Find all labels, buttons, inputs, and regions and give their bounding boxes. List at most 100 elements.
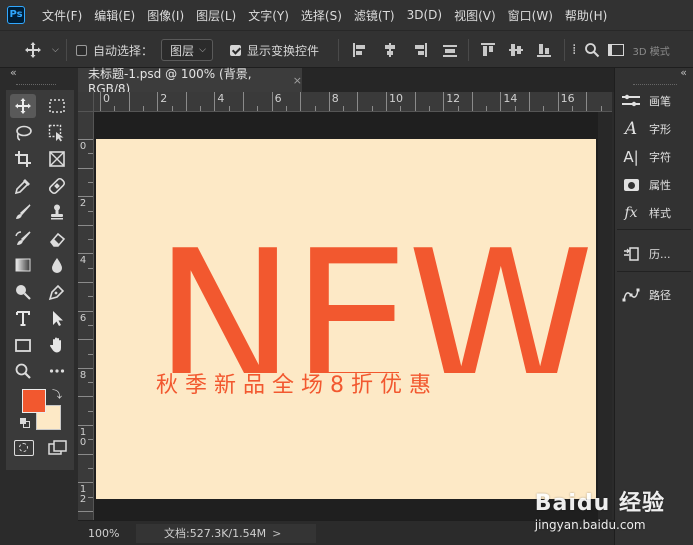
ruler-tick bbox=[257, 106, 259, 111]
ruler-tick bbox=[386, 92, 387, 111]
zoom-level-field[interactable]: 100% bbox=[78, 527, 126, 540]
ruler-label: 12 bbox=[446, 92, 461, 105]
panel-paths[interactable]: 路径 bbox=[621, 283, 689, 307]
healing-brush-tool[interactable] bbox=[44, 174, 70, 198]
horizontal-ruler[interactable]: 0 2 4 6 8 10 12 14 16 bbox=[94, 92, 612, 112]
ruler-tick bbox=[78, 482, 93, 484]
vertical-ruler[interactable]: 0 2 4 6 8 10 12 bbox=[78, 112, 94, 520]
collapse-panels-icon[interactable]: « bbox=[680, 66, 687, 79]
menu-image[interactable]: 图像(I) bbox=[141, 7, 190, 24]
panel-label-paths: 路径 bbox=[649, 289, 671, 302]
path-select-tool[interactable] bbox=[44, 306, 70, 330]
dodge-tool[interactable] bbox=[10, 280, 36, 304]
default-colors-icon[interactable] bbox=[20, 418, 30, 428]
ruler-tick bbox=[78, 282, 93, 283]
layer-select-dropdown[interactable]: 图层 ⌵ bbox=[161, 39, 213, 61]
auto-select-checkbox[interactable] bbox=[76, 44, 87, 56]
screen-mode-button[interactable] bbox=[48, 440, 68, 456]
promo-text-layer[interactable]: 秋季新品全场8折优惠 bbox=[156, 374, 438, 398]
panel-styles[interactable]: fx 样式 bbox=[621, 201, 689, 225]
document-info[interactable]: 文档:527.3K/1.54M > bbox=[136, 523, 316, 543]
ruler-tick bbox=[78, 453, 93, 455]
ruler-label: 10 bbox=[79, 427, 87, 448]
menu-3d[interactable]: 3D(D) bbox=[401, 8, 448, 22]
align-middle-v-icon[interactable] bbox=[508, 42, 524, 58]
workspace-icon[interactable] bbox=[608, 44, 625, 56]
panel-history[interactable]: 历... bbox=[621, 242, 689, 266]
ruler-tick bbox=[486, 106, 488, 111]
menu-select[interactable]: 选择(S) bbox=[295, 7, 348, 24]
3d-mode-label[interactable]: 3D 模式 bbox=[632, 43, 669, 58]
swap-colors-icon[interactable]: ⤵ bbox=[52, 386, 62, 401]
move-icon bbox=[25, 42, 41, 58]
ruler-tick bbox=[343, 106, 345, 111]
align-center-h-icon[interactable] bbox=[382, 42, 398, 58]
menu-layer[interactable]: 图层(L) bbox=[190, 7, 242, 24]
ruler-tick bbox=[529, 92, 530, 111]
foreground-color-swatch[interactable] bbox=[22, 389, 46, 413]
menu-type[interactable]: 文字(Y) bbox=[242, 7, 295, 24]
document-tab[interactable]: 未标题-1.psd @ 100% (背景, RGB/8) × bbox=[78, 67, 302, 96]
panel-properties[interactable]: 属性 bbox=[621, 173, 689, 197]
quick-mask-button[interactable] bbox=[14, 440, 34, 456]
panel-character[interactable]: A| 字符 bbox=[621, 145, 689, 169]
menu-view[interactable]: 视图(V) bbox=[448, 7, 502, 24]
eraser-tool[interactable] bbox=[44, 227, 70, 251]
hand-tool[interactable] bbox=[44, 333, 70, 357]
collapse-toolbox-icon[interactable]: « bbox=[10, 66, 17, 79]
vertical-scrollbar[interactable] bbox=[598, 112, 612, 520]
show-transform-checkbox[interactable] bbox=[230, 44, 241, 56]
photoshop-logo[interactable]: Ps bbox=[7, 6, 25, 24]
distribute-icon[interactable] bbox=[442, 42, 458, 58]
blur-tool[interactable] bbox=[44, 253, 70, 277]
object-select-tool[interactable] bbox=[44, 121, 70, 145]
align-left-icon[interactable] bbox=[352, 42, 368, 58]
character-icon: A bbox=[624, 119, 638, 139]
menu-filter[interactable]: 滤镜(T) bbox=[348, 7, 401, 24]
menu-file[interactable]: 文件(F) bbox=[36, 7, 88, 24]
properties-icon bbox=[621, 176, 641, 194]
gradient-tool[interactable] bbox=[10, 253, 36, 277]
menu-edit[interactable]: 编辑(E) bbox=[88, 7, 141, 24]
ruler-tick bbox=[586, 92, 588, 111]
ruler-tick bbox=[88, 181, 93, 183]
move-tool-preset[interactable]: ⌵ bbox=[24, 31, 59, 69]
edit-toolbar-button[interactable] bbox=[44, 359, 70, 383]
zoom-tool[interactable] bbox=[10, 359, 36, 383]
panel-grip[interactable] bbox=[633, 84, 677, 85]
history-brush-tool[interactable] bbox=[10, 227, 36, 251]
ruler-origin[interactable] bbox=[78, 92, 94, 112]
brush-icon bbox=[16, 204, 31, 219]
lasso-tool[interactable] bbox=[10, 121, 36, 145]
align-right-icon[interactable] bbox=[412, 42, 428, 58]
ruler-label: 0 bbox=[103, 92, 110, 105]
menu-help[interactable]: 帮助(H) bbox=[559, 7, 613, 24]
canvas-area[interactable]: NEW 秋季新品全场8折优惠 bbox=[94, 112, 612, 520]
menu-window[interactable]: 窗口(W) bbox=[502, 7, 559, 24]
ruler-tick bbox=[271, 92, 273, 111]
paths-icon bbox=[621, 286, 641, 304]
brush-tool[interactable] bbox=[10, 200, 36, 224]
frame-tool[interactable] bbox=[44, 147, 70, 171]
more-options-icon[interactable]: ⁞ bbox=[572, 42, 576, 58]
panel-glyph[interactable]: A 字形 bbox=[621, 117, 689, 141]
eyedropper-tool[interactable] bbox=[10, 174, 36, 198]
marquee-tool[interactable] bbox=[44, 94, 70, 118]
search-icon[interactable] bbox=[584, 42, 600, 58]
panel-brush-settings[interactable]: 画笔 bbox=[621, 89, 689, 113]
ruler-tick bbox=[88, 296, 93, 298]
close-tab-icon[interactable]: × bbox=[293, 74, 302, 87]
pen-tool[interactable] bbox=[44, 280, 70, 304]
rectangle-tool[interactable] bbox=[10, 333, 36, 357]
artboard[interactable]: NEW 秋季新品全场8折优惠 bbox=[96, 139, 596, 499]
align-top-icon[interactable] bbox=[480, 42, 496, 58]
align-bottom-icon[interactable] bbox=[536, 42, 552, 58]
clone-stamp-tool[interactable] bbox=[44, 200, 70, 224]
move-tool[interactable] bbox=[10, 94, 36, 118]
type-tool[interactable] bbox=[10, 306, 36, 330]
ruler-tick bbox=[600, 106, 602, 111]
crop-tool[interactable] bbox=[10, 147, 36, 171]
ruler-tick bbox=[243, 92, 244, 111]
status-menu-arrow[interactable]: > bbox=[272, 527, 281, 540]
toolbox-grip[interactable] bbox=[16, 84, 56, 86]
